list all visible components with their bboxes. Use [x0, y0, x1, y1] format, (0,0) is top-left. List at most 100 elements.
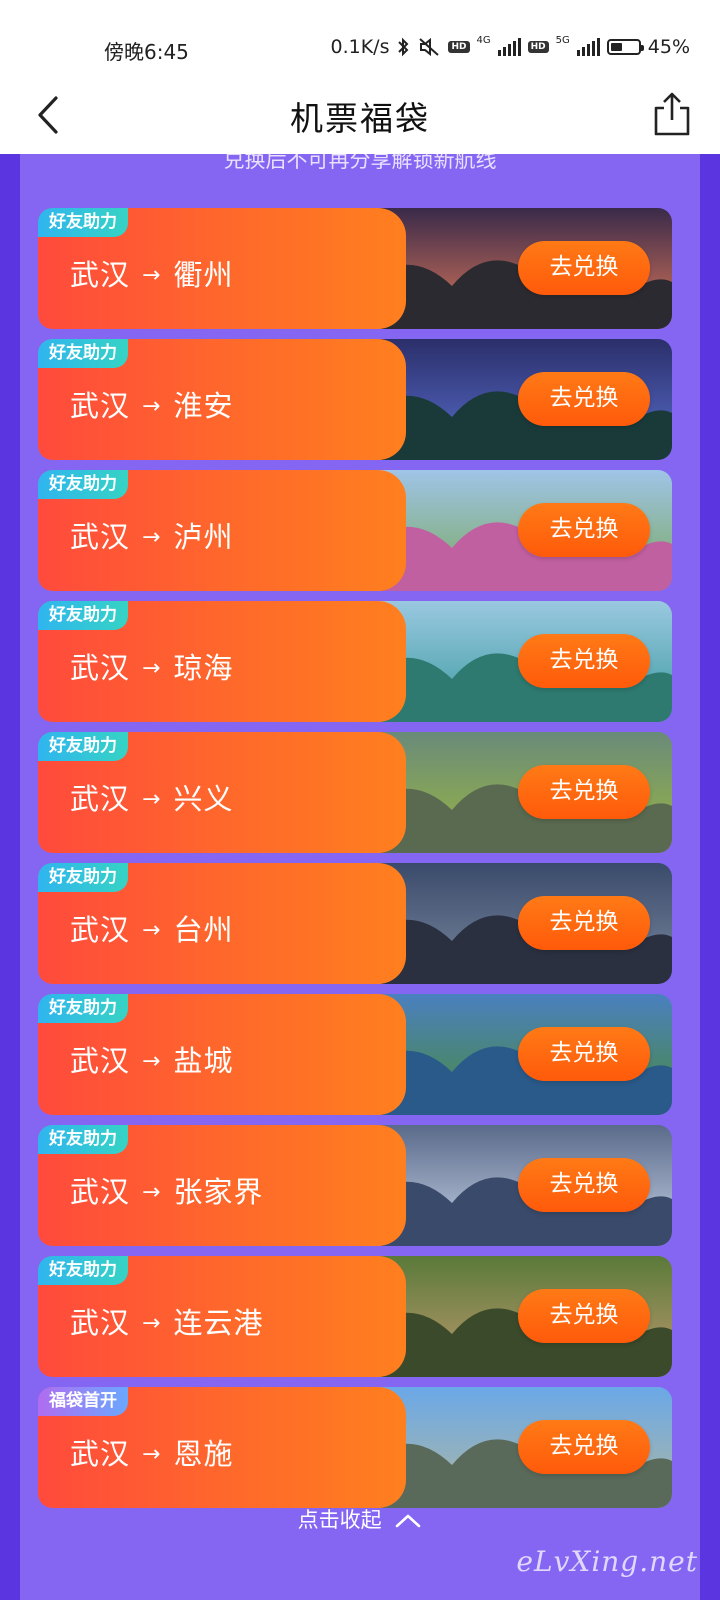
origin-city: 武汉 [70, 1306, 131, 1340]
battery-text: 45% [647, 36, 690, 58]
route-card-body: 好友助力 武汉 → 盐城 [38, 994, 406, 1115]
route-text: 武汉 → 琼海 [70, 645, 233, 687]
network-gen-1: 4G [476, 34, 491, 46]
destination-city: 兴义 [173, 782, 234, 816]
route-arrow: → [142, 1442, 162, 1467]
route-card-9[interactable]: 好友助力 武汉 → 连云港 去兑换 [38, 1256, 672, 1377]
redeem-button[interactable]: 去兑换 [518, 1289, 650, 1343]
redeem-button[interactable]: 去兑换 [518, 896, 650, 950]
route-card-body: 好友助力 武汉 → 衢州 [38, 208, 406, 329]
redeem-button[interactable]: 去兑换 [518, 503, 650, 557]
route-card-1[interactable]: 好友助力 武汉 → 衢州 去兑换 [38, 208, 672, 329]
route-arrow: → [142, 525, 162, 550]
route-card-body: 好友助力 武汉 → 淮安 [38, 339, 406, 460]
redeem-button[interactable]: 去兑换 [518, 1158, 650, 1212]
destination-city: 连云港 [173, 1306, 264, 1340]
route-card-8[interactable]: 好友助力 武汉 → 张家界 去兑换 [38, 1125, 672, 1246]
card-tag: 好友助力 [38, 863, 128, 892]
origin-city: 武汉 [70, 389, 131, 423]
card-tag: 好友助力 [38, 732, 128, 761]
card-tag: 好友助力 [38, 208, 128, 237]
route-arrow: → [142, 918, 162, 943]
route-card-body: 福袋首开 武汉 → 恩施 [38, 1387, 406, 1508]
card-tag: 福袋首开 [38, 1387, 128, 1416]
watermark: eLvXing.net [516, 1545, 698, 1578]
route-text: 武汉 → 盐城 [70, 1038, 233, 1080]
origin-city: 武汉 [70, 1175, 131, 1209]
redeem-button[interactable]: 去兑换 [518, 1027, 650, 1081]
battery-fill [610, 43, 623, 51]
destination-city: 泸州 [173, 520, 234, 554]
page-title: 机票福袋 [290, 99, 430, 138]
status-bar: 傍晚6:45 0.1K/s HD 4G HD 5G 45% [0, 0, 720, 78]
signal-icon [497, 38, 521, 56]
destination-city: 恩施 [173, 1437, 234, 1471]
route-text: 武汉 → 恩施 [70, 1431, 233, 1473]
destination-city: 盐城 [173, 1044, 234, 1078]
origin-city: 武汉 [70, 1437, 131, 1471]
mute-icon [419, 37, 440, 57]
route-text: 武汉 → 台州 [70, 907, 233, 949]
route-card-7[interactable]: 好友助力 武汉 → 盐城 去兑换 [38, 994, 672, 1115]
route-card-body: 好友助力 武汉 → 兴义 [38, 732, 406, 853]
redeem-button[interactable]: 去兑换 [518, 241, 650, 295]
route-card-body: 好友助力 武汉 → 泸州 [38, 470, 406, 591]
origin-city: 武汉 [70, 782, 131, 816]
route-card-body: 好友助力 武汉 → 连云港 [38, 1256, 406, 1377]
hd-badge-2: HD [527, 41, 549, 53]
route-arrow: → [142, 1311, 162, 1336]
route-card-4[interactable]: 好友助力 武汉 → 琼海 去兑换 [38, 601, 672, 722]
network-speed: 0.1K/s [330, 36, 390, 58]
hd-badge-1: HD [448, 41, 470, 53]
card-tag: 好友助力 [38, 994, 128, 1023]
status-time: 傍晚6:45 [104, 40, 189, 64]
chevron-up-icon [396, 1514, 421, 1528]
status-icons: 0.1K/s HD 4G HD 5G 45% [330, 34, 691, 59]
collapse-button[interactable]: 点击收起 [20, 1504, 700, 1534]
route-text: 武汉 → 张家界 [70, 1169, 263, 1211]
card-tag: 好友助力 [38, 470, 128, 499]
origin-city: 武汉 [70, 913, 131, 947]
redeem-button[interactable]: 去兑换 [518, 634, 650, 688]
destination-city: 衢州 [173, 258, 234, 292]
origin-city: 武汉 [70, 1044, 131, 1078]
network-gen-2: 5G [555, 34, 570, 46]
destination-city: 张家界 [173, 1175, 264, 1209]
route-card-2[interactable]: 好友助力 武汉 → 淮安 去兑换 [38, 339, 672, 460]
origin-city: 武汉 [70, 520, 131, 554]
card-tag: 好友助力 [38, 339, 128, 368]
route-text: 武汉 → 泸州 [70, 514, 233, 556]
redeem-button[interactable]: 去兑换 [518, 765, 650, 819]
route-arrow: → [142, 656, 162, 681]
origin-city: 武汉 [70, 258, 131, 292]
main-content: 兑换后不可再分享解锁新航线 好友助力 武汉 → 衢州 去兑换 好友助力 武汉 → 淮安 … [0, 154, 720, 1600]
origin-city: 武汉 [70, 651, 131, 685]
redeem-button[interactable]: 去兑换 [518, 1420, 650, 1474]
route-card-body: 好友助力 武汉 → 琼海 [38, 601, 406, 722]
route-arrow: → [142, 1180, 162, 1205]
redeem-button[interactable]: 去兑换 [518, 372, 650, 426]
notice-text: 兑换后不可再分享解锁新航线 [223, 154, 497, 172]
route-card-list: 好友助力 武汉 → 衢州 去兑换 好友助力 武汉 → 淮安 去兑换 好友助力 武汉 → 泸州… [38, 208, 672, 1518]
blind-box-panel: 兑换后不可再分享解锁新航线 好友助力 武汉 → 衢州 去兑换 好友助力 武汉 → 淮安 … [20, 154, 700, 1600]
route-text: 武汉 → 连云港 [70, 1300, 263, 1342]
route-arrow: → [142, 1049, 162, 1074]
signal-icon-2 [576, 38, 600, 56]
route-text: 武汉 → 兴义 [70, 776, 233, 818]
route-card-body: 好友助力 武汉 → 张家界 [38, 1125, 406, 1246]
route-text: 武汉 → 衢州 [70, 252, 233, 294]
card-tag: 好友助力 [38, 1125, 128, 1154]
route-arrow: → [142, 787, 162, 812]
route-card-body: 好友助力 武汉 → 台州 [38, 863, 406, 984]
share-icon[interactable] [650, 90, 694, 138]
card-tag: 好友助力 [38, 1256, 128, 1285]
route-card-6[interactable]: 好友助力 武汉 → 台州 去兑换 [38, 863, 672, 984]
bluetooth-icon [398, 37, 409, 57]
route-card-10[interactable]: 福袋首开 武汉 → 恩施 去兑换 [38, 1387, 672, 1508]
route-card-5[interactable]: 好友助力 武汉 → 兴义 去兑换 [38, 732, 672, 853]
route-arrow: → [142, 394, 162, 419]
route-text: 武汉 → 淮安 [70, 383, 233, 425]
route-arrow: → [142, 263, 162, 288]
destination-city: 琼海 [173, 651, 234, 685]
route-card-3[interactable]: 好友助力 武汉 → 泸州 去兑换 [38, 470, 672, 591]
